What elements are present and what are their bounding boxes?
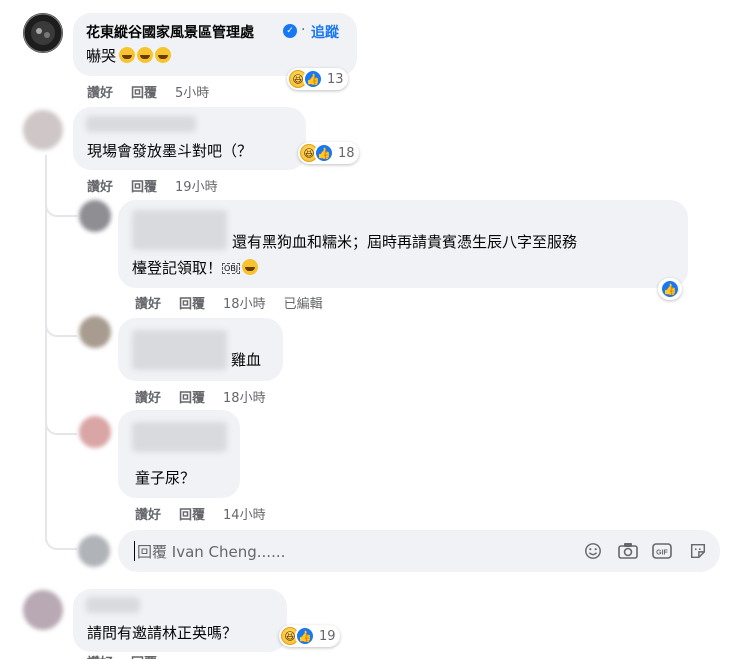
comment-author[interactable] — [86, 116, 196, 132]
edited-label: 已編輯 — [283, 297, 323, 312]
verified-badge-icon: ✓ — [283, 24, 297, 38]
like-reaction-icon: 👍 — [303, 69, 323, 89]
grin-emoji-icon — [137, 47, 154, 63]
avatar[interactable] — [23, 110, 63, 150]
comment-author[interactable] — [86, 597, 140, 613]
comment-actions: 讚好 回覆 5小時 — [87, 82, 227, 101]
comment-text-line-2: 檯登記領取！ OBJ — [132, 258, 260, 279]
avatar[interactable] — [79, 316, 111, 348]
comment-text: 嚇哭 — [86, 46, 173, 66]
obj-glyph: OBJ — [222, 263, 241, 274]
comment-text: 雞血 — [231, 351, 262, 369]
reaction-summary[interactable]: 😆 👍 19 — [279, 625, 340, 647]
comment-actions: 讚好 回覆 19小時 — [87, 176, 236, 195]
like-button[interactable]: 讚好 — [135, 508, 161, 523]
thread-connector — [45, 305, 77, 337]
grin-emoji-icon — [155, 47, 172, 63]
comment-actions: 讚好 回覆 18小時 已編輯 — [135, 293, 341, 312]
like-reaction-icon: 👍 — [295, 626, 315, 646]
reaction-summary[interactable]: 👍 — [658, 278, 682, 300]
like-button[interactable]: 讚好 — [135, 391, 161, 406]
like-button[interactable]: 讚好 — [87, 86, 113, 101]
svg-text:GIF: GIF — [656, 550, 668, 557]
text-cursor — [134, 541, 135, 561]
grin-emoji-icon — [119, 47, 136, 63]
comment-text: 童子尿？ — [135, 469, 196, 487]
reply-input[interactable]: 回覆 Ivan Cheng...... — [137, 541, 285, 562]
comment-author[interactable] — [132, 422, 227, 452]
avatar[interactable] — [79, 416, 111, 448]
reaction-summary[interactable]: 😆 👍 18 — [298, 142, 359, 164]
camera-icon[interactable] — [618, 541, 638, 561]
like-button[interactable]: 讚好 — [87, 180, 113, 195]
thread-connector — [45, 405, 77, 435]
reaction-count: 13 — [327, 71, 344, 87]
like-reaction-icon: 👍 — [660, 279, 680, 299]
comment-author[interactable] — [132, 210, 227, 250]
like-button[interactable]: 讚好 — [135, 297, 161, 312]
timestamp[interactable]: 18小時 — [223, 297, 266, 312]
reaction-count: 19 — [319, 628, 336, 644]
like-reaction-icon: 👍 — [314, 143, 334, 163]
reaction-summary[interactable]: 😆 👍 13 — [287, 68, 348, 90]
reply-button[interactable]: 回覆 — [131, 86, 157, 101]
avatar[interactable] — [23, 13, 63, 53]
reply-button[interactable]: 回覆 — [179, 508, 205, 523]
reply-button[interactable]: 回覆 — [179, 297, 205, 312]
gif-icon[interactable]: GIF — [652, 541, 672, 561]
emoji-icon[interactable] — [583, 541, 603, 561]
timestamp[interactable]: 18小時 — [223, 391, 266, 406]
comment-text: 請問有邀請林正英嗎？ — [87, 624, 238, 642]
thread-connector — [45, 185, 77, 217]
avatar — [78, 535, 110, 567]
comment-actions: 讚好回覆 — [87, 652, 175, 659]
follow-link[interactable]: 追蹤 — [311, 22, 339, 42]
thread-line — [45, 155, 47, 540]
rofl-emoji-icon — [242, 259, 259, 275]
timestamp[interactable]: 19小時 — [175, 180, 218, 195]
reply-button[interactable]: 回覆 — [131, 180, 157, 195]
comment-author[interactable]: 花東縱谷國家風景區管理處 — [86, 22, 254, 42]
comment-text-line-1: 還有黑狗血和糯米；屆時再請貴賓憑生辰八字至服務 — [232, 233, 578, 251]
follow-separator: · — [301, 22, 306, 38]
sticker-icon[interactable] — [688, 541, 708, 561]
reply-button[interactable]: 回覆 — [179, 391, 205, 406]
comment-author[interactable] — [132, 330, 227, 370]
timestamp[interactable]: 5小時 — [175, 86, 209, 101]
comment-actions: 讚好 回覆 14小時 — [135, 504, 284, 523]
reaction-count: 18 — [338, 145, 355, 161]
thread-connector — [45, 520, 77, 550]
comment-actions: 讚好 回覆 18小時 — [135, 387, 284, 406]
timestamp[interactable]: 14小時 — [223, 508, 266, 523]
avatar[interactable] — [79, 200, 111, 232]
comment-text: 現場會發放墨斗對吧（？ — [87, 142, 253, 160]
avatar[interactable] — [23, 590, 63, 630]
